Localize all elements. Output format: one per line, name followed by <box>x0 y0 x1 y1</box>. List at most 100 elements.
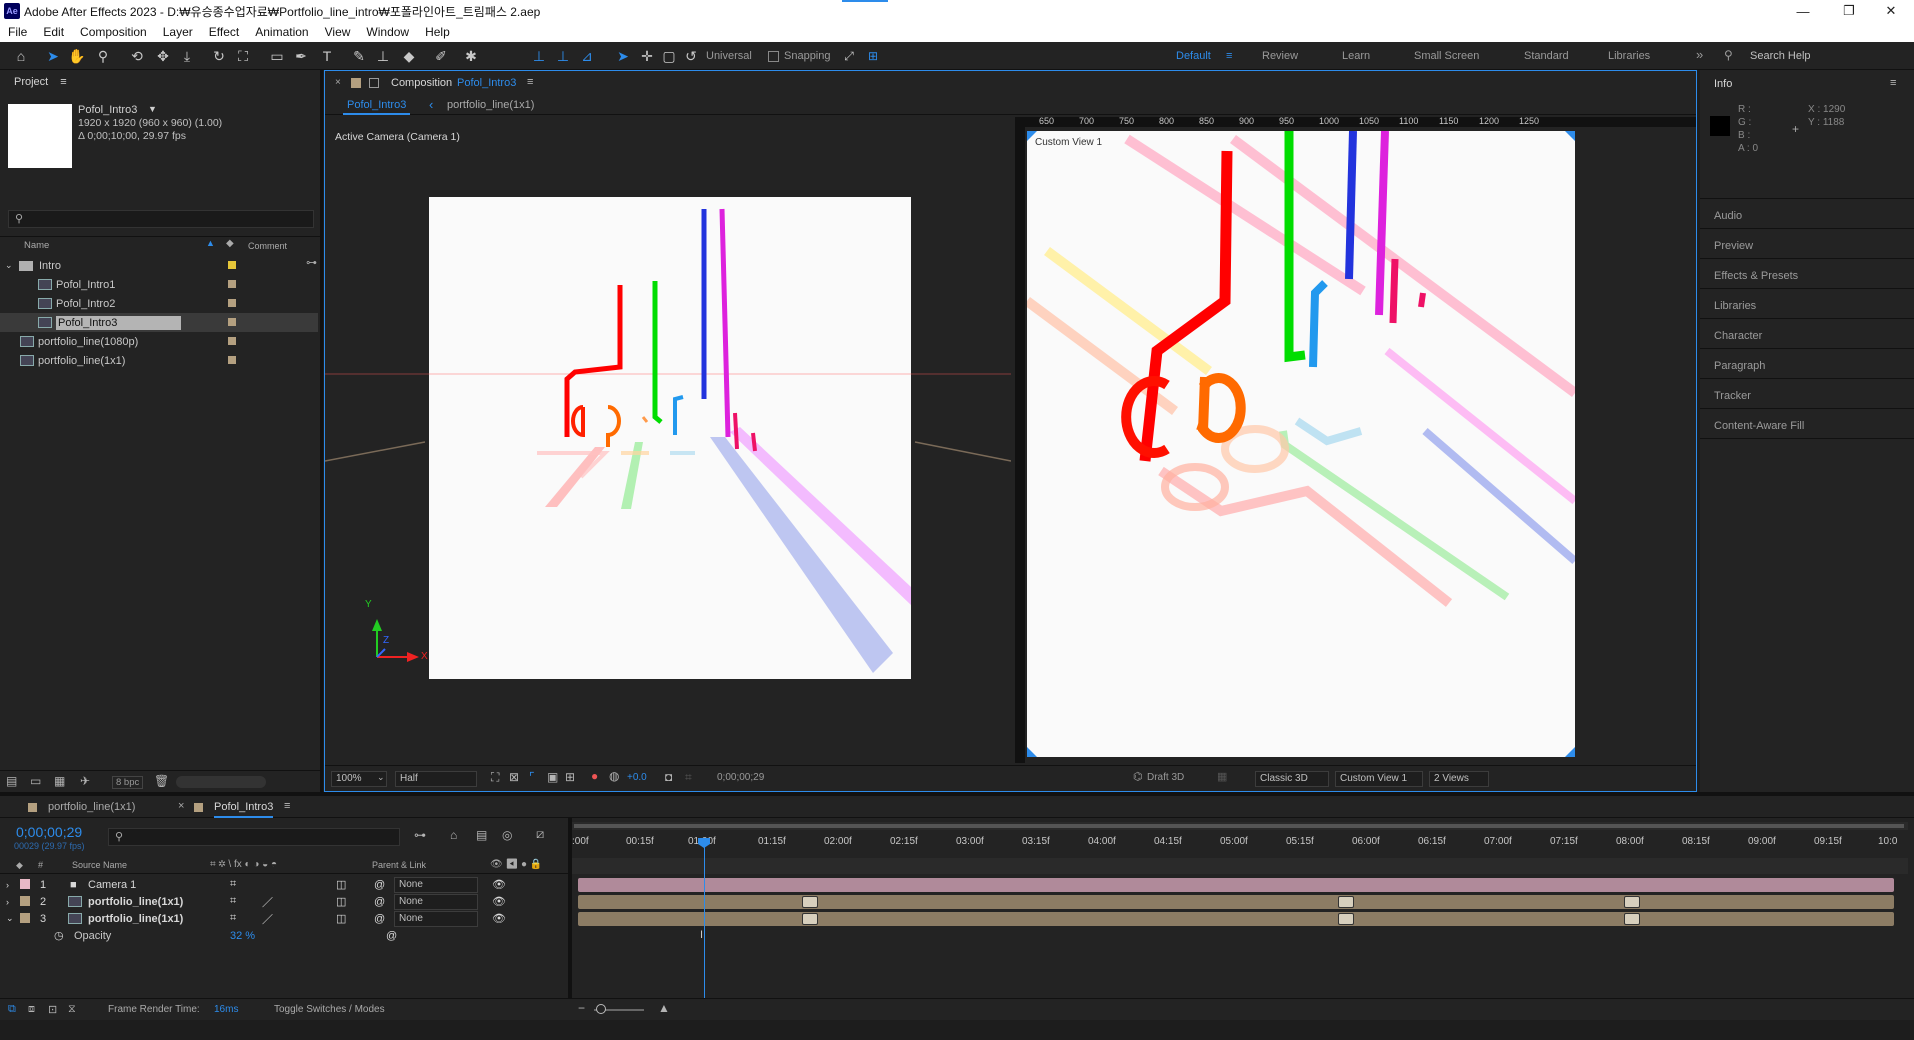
mask-visibility-icon[interactable]: ⌜ <box>529 770 535 784</box>
menu-window[interactable]: Window <box>366 25 409 39</box>
workspace-default[interactable]: Default <box>1176 50 1211 62</box>
workspace-libraries[interactable]: Libraries <box>1608 50 1650 62</box>
zoom-out-icon[interactable]: − <box>578 1001 585 1015</box>
horizontal-ruler[interactable]: 650 700 750 800 850 900 950 1000 1050 11… <box>1015 117 1696 127</box>
keyframe-marker[interactable] <box>1624 913 1640 925</box>
stopwatch-icon[interactable]: ◷ <box>54 929 64 942</box>
minimize-icon[interactable]: — <box>1780 0 1826 22</box>
project-item-portfolio-line-1080p[interactable]: portfolio_line(1080p) <box>0 332 318 351</box>
parent-dropdown[interactable]: None <box>394 894 478 910</box>
time-ruler[interactable]: :00f 00:15f 01:00f 01:15f 02:00f 02:15f … <box>572 832 1908 854</box>
layer-bar-3[interactable] <box>578 912 1894 926</box>
pick-whip-icon[interactable]: @ <box>374 913 385 925</box>
keyframe-marker[interactable] <box>1338 913 1354 925</box>
work-area-bar[interactable] <box>572 822 1908 830</box>
layer-name[interactable]: portfolio_line(1x1) <box>88 896 183 908</box>
composition-name[interactable]: Pofol_Intro3 <box>457 77 516 89</box>
menu-edit[interactable]: Edit <box>43 25 64 39</box>
playhead-line[interactable] <box>704 838 705 998</box>
layer-row-2[interactable]: › 2 portfolio_line(1x1) ⌗ ／ ◫ @ None 👁 <box>0 893 568 910</box>
visibility-eye-icon[interactable]: 👁 <box>492 912 506 925</box>
toggle-switches-modes-button[interactable]: Toggle Switches / Modes <box>274 1004 385 1015</box>
keyframe-marker[interactable] <box>1624 896 1640 908</box>
expression-pick-whip-icon[interactable]: @ <box>386 930 397 942</box>
menu-view[interactable]: View <box>325 25 351 39</box>
anchor-tool-icon[interactable]: ⛶ <box>234 47 252 65</box>
project-item-pofol-intro2[interactable]: Pofol_Intro2 <box>0 294 318 313</box>
selection-tool-icon[interactable]: ➤ <box>44 47 62 65</box>
snapping-checkbox[interactable] <box>768 51 779 62</box>
quality-switch-icon[interactable]: ／ <box>262 894 273 910</box>
label-tag-icon[interactable]: ◆ <box>16 860 23 871</box>
graph-editor-icon[interactable]: ⧄ <box>536 826 544 842</box>
label-color-swatch[interactable] <box>20 879 30 889</box>
label-color-swatch[interactable] <box>20 896 30 906</box>
resolution-dropdown[interactable]: Half <box>395 771 477 787</box>
property-row-opacity[interactable]: ◷ Opacity 32 % @ <box>0 927 568 944</box>
layer-bar-2[interactable] <box>578 895 1894 909</box>
chevron-right-icon[interactable]: » <box>1696 47 1703 62</box>
zoom-in-icon[interactable]: ▲ <box>658 1001 670 1015</box>
workspace-review[interactable]: Review <box>1262 50 1298 62</box>
col-comment-header[interactable]: Comment <box>248 241 287 251</box>
transparency-grid-icon[interactable]: ⊠ <box>509 770 519 784</box>
brush-tool-icon[interactable]: ✎ <box>350 47 368 65</box>
panel-content-aware-fill[interactable]: Content-Aware Fill <box>1714 420 1804 432</box>
viewer-custom-view[interactable]: 650 700 750 800 850 900 950 1000 1050 11… <box>1015 117 1696 763</box>
new-folder-icon[interactable]: ▭ <box>30 774 41 788</box>
panel-effects-presets[interactable]: Effects & Presets <box>1714 270 1798 282</box>
close-icon[interactable]: × <box>335 77 341 88</box>
menu-layer[interactable]: Layer <box>163 25 193 39</box>
local-axis-icon[interactable]: ⊥ <box>530 47 548 65</box>
label-color-swatch[interactable] <box>228 318 236 326</box>
new-comp-icon[interactable]: ▦ <box>54 774 65 788</box>
rotate-tool-icon[interactable]: ↻ <box>210 47 228 65</box>
current-time-display[interactable]: 0;00;00;29 <box>717 772 764 783</box>
menu-animation[interactable]: Animation <box>255 25 308 39</box>
workspace-standard[interactable]: Standard <box>1524 50 1569 62</box>
label-color-swatch[interactable] <box>228 356 236 364</box>
render-queue-icon[interactable]: ✈ <box>80 774 90 788</box>
timeline-current-time[interactable]: 0;00;00;29 <box>16 824 82 840</box>
timeline-tab-portfolio-line[interactable]: portfolio_line(1x1) <box>48 801 135 813</box>
panel-audio[interactable]: Audio <box>1714 210 1742 222</box>
close-icon[interactable]: × <box>178 800 184 812</box>
puppet-pin-icon[interactable]: ✱ <box>462 47 480 65</box>
parent-dropdown[interactable]: None <box>394 911 478 927</box>
pen-tool-icon[interactable]: ✒ <box>292 47 310 65</box>
transfer-controls-icon[interactable]: ⧈ <box>28 1003 35 1016</box>
vertical-ruler[interactable] <box>1015 127 1025 763</box>
render-time-icon[interactable]: ⧖ <box>68 1003 76 1016</box>
panel-preview[interactable]: Preview <box>1714 240 1753 252</box>
sort-asc-icon[interactable]: ▲ <box>206 238 215 248</box>
workspace-menu-icon[interactable]: ≡ <box>1226 50 1232 62</box>
interpret-footage-icon[interactable]: ▤ <box>6 774 17 788</box>
exposure-value[interactable]: +0.0 <box>627 772 647 783</box>
maximize-icon[interactable]: ❐ <box>1826 0 1872 22</box>
search-help-input[interactable]: Search Help <box>1750 50 1811 62</box>
panel-paragraph[interactable]: Paragraph <box>1714 360 1765 372</box>
close-icon[interactable]: ✕ <box>1868 0 1914 22</box>
dolly-camera-icon[interactable]: ⤓ <box>178 47 196 65</box>
motion-blur-icon[interactable]: ◎ <box>502 828 512 842</box>
col-name-header[interactable]: Name <box>24 240 49 251</box>
project-panel-title[interactable]: Project <box>14 76 48 88</box>
label-color-swatch[interactable] <box>228 299 236 307</box>
keyframe-marker[interactable] <box>802 896 818 908</box>
comp-mini-flowchart-icon[interactable]: ⊶ <box>414 828 426 842</box>
layer-switches-icon[interactable]: ⧉ <box>8 1003 16 1016</box>
type-tool-icon[interactable]: T <box>318 47 336 65</box>
pan-camera-icon[interactable]: ✥ <box>154 47 172 65</box>
menu-help[interactable]: Help <box>425 25 450 39</box>
col-parent-link[interactable]: Parent & Link <box>372 860 426 870</box>
3d-layer-switch-icon[interactable]: ◫ <box>336 912 346 925</box>
exposure-reset-icon[interactable]: ◍ <box>609 769 619 783</box>
pick-whip-icon[interactable]: @ <box>374 879 385 891</box>
layer-row-3[interactable]: ⌄ 3 portfolio_line(1x1) ⌗ ／ ◫ @ None 👁 <box>0 910 568 927</box>
timeline-search-input[interactable]: ⚲ <box>108 828 400 846</box>
collapse-switch-icon[interactable]: ◫ <box>336 878 346 891</box>
rectangle-tool-icon[interactable]: ▭ <box>268 47 286 65</box>
view-layout-dropdown[interactable]: 2 Views <box>1429 771 1489 787</box>
snap-option-icon[interactable]: ⤢ <box>840 47 858 65</box>
fast-preview-icon[interactable]: ⛶ <box>491 770 499 785</box>
